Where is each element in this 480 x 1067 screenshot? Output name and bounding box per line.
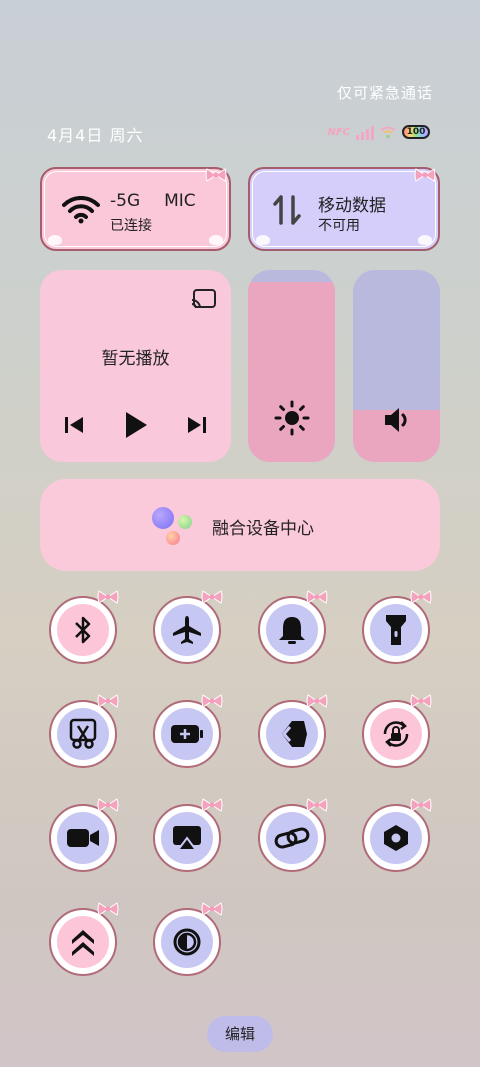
bow-decoration-icon	[97, 798, 119, 812]
bow-decoration-icon	[97, 902, 119, 916]
bow-decoration-icon	[201, 902, 223, 916]
bow-decoration-icon	[414, 168, 436, 182]
bell-icon	[279, 617, 305, 644]
brightness-icon	[274, 400, 309, 436]
device-center-tile[interactable]: 融合设备中心	[40, 479, 440, 571]
airplane-icon	[173, 616, 201, 644]
bow-decoration-icon	[205, 168, 227, 182]
wifi-network-name: -5G MIC	[110, 191, 196, 211]
edit-button[interactable]: 编辑	[207, 1016, 273, 1052]
mobile-data-icon	[273, 195, 301, 225]
battery-icon: 100	[402, 125, 430, 139]
share-arrows-icon	[282, 721, 307, 747]
wifi-status-icon	[380, 126, 396, 139]
next-track-icon[interactable]	[187, 415, 207, 435]
nfc-icon: NFC	[327, 126, 350, 138]
volume-icon	[384, 408, 407, 432]
bow-decoration-icon	[410, 798, 432, 812]
screenshot-scissors-icon	[69, 718, 97, 749]
auto-rotate-lock-toggle[interactable]	[362, 694, 432, 768]
wifi-status: 已连接	[110, 218, 152, 234]
screen-mirror-icon	[173, 826, 201, 851]
dark-mode-icon	[173, 928, 201, 956]
share-toggle[interactable]	[258, 694, 328, 768]
dark-mode-toggle[interactable]	[153, 902, 223, 976]
bow-decoration-icon	[306, 694, 328, 708]
link-icon	[274, 827, 310, 849]
bow-decoration-icon	[97, 694, 119, 708]
bow-decoration-icon	[410, 590, 432, 604]
link-connect-toggle[interactable]	[258, 798, 328, 872]
bluetooth-icon	[75, 616, 91, 644]
rotation-lock-icon	[383, 721, 409, 747]
performance-mode-toggle[interactable]	[49, 902, 119, 976]
bluetooth-toggle[interactable]	[49, 590, 119, 664]
bow-decoration-icon	[410, 694, 432, 708]
ringer-toggle[interactable]	[258, 590, 328, 664]
hexagon-settings-icon	[384, 825, 408, 851]
bow-decoration-icon	[201, 694, 223, 708]
mobile-data-status: 不可用	[318, 218, 360, 234]
bow-decoration-icon	[306, 798, 328, 812]
status-icons: NFC 100	[327, 124, 430, 140]
flashlight-toggle[interactable]	[362, 590, 432, 664]
signal-icon	[356, 124, 374, 140]
media-player: 暂无播放	[40, 270, 231, 462]
bow-decoration-icon	[201, 798, 223, 812]
device-center-icon	[152, 507, 194, 545]
battery-saver-icon	[171, 725, 203, 743]
airplane-mode-toggle[interactable]	[153, 590, 223, 664]
device-center-label: 融合设备中心	[212, 519, 314, 539]
double-chevron-up-icon	[72, 930, 94, 956]
mobile-data-title: 移动数据	[318, 196, 386, 216]
nfc-settings-toggle[interactable]	[362, 798, 432, 872]
brightness-slider[interactable]	[248, 270, 335, 462]
previous-track-icon[interactable]	[64, 415, 84, 435]
bow-decoration-icon	[97, 590, 119, 604]
bow-decoration-icon	[306, 590, 328, 604]
power-saving-toggle[interactable]	[153, 694, 223, 768]
wifi-tile[interactable]: -5G MIC 已连接	[40, 167, 231, 251]
bow-decoration-icon	[201, 590, 223, 604]
mobile-data-tile[interactable]: 移动数据 不可用	[248, 167, 440, 251]
media-title: 暂无播放	[101, 349, 170, 369]
video-camera-icon	[67, 829, 99, 847]
wifi-icon	[62, 196, 100, 224]
flashlight-icon	[386, 615, 406, 645]
date-label: 4月4日 周六	[47, 126, 144, 145]
screenshot-toggle[interactable]	[49, 694, 119, 768]
emergency-calls-only: 仅可紧急通话	[336, 84, 433, 102]
play-icon[interactable]	[123, 410, 149, 440]
volume-slider[interactable]	[353, 270, 440, 462]
screen-record-toggle[interactable]	[49, 798, 119, 872]
cast-icon[interactable]	[191, 288, 217, 310]
projection-toggle[interactable]	[153, 798, 223, 872]
